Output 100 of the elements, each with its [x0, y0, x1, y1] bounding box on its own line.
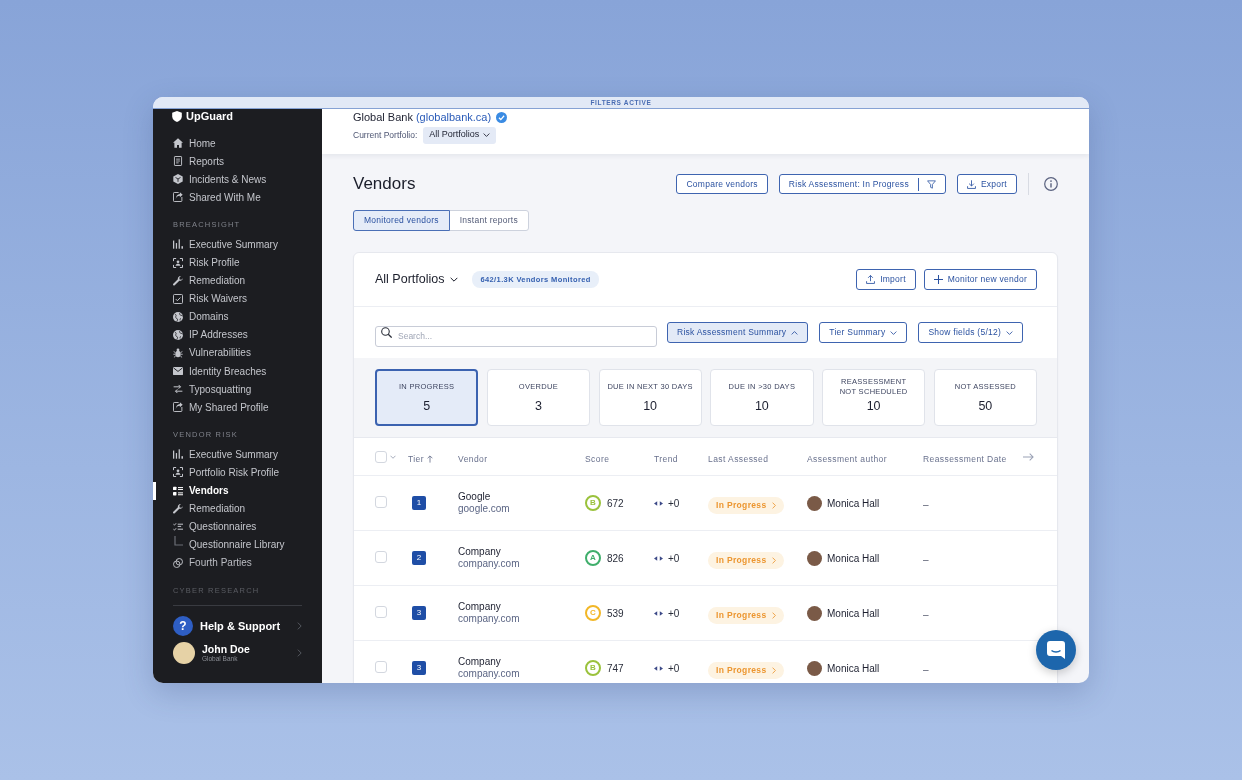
- page-title: Vendors: [353, 173, 416, 195]
- sidebar-item[interactable]: My Shared Profile: [153, 398, 322, 417]
- sidebar-item[interactable]: Executive Summary: [153, 445, 322, 464]
- author-avatar: [807, 605, 822, 621]
- left-right-arrows-icon: [654, 555, 663, 561]
- search-field[interactable]: Search...: [375, 325, 657, 347]
- chevron-right-icon: [297, 622, 302, 630]
- reassessment-date: –: [923, 554, 929, 565]
- vendor-name: Company: [458, 601, 501, 613]
- company-name: Global Bank: [353, 109, 413, 125]
- row-checkbox[interactable]: [375, 551, 387, 563]
- sidebar-item[interactable]: Questionnaire Library: [153, 535, 322, 554]
- dropdown-button[interactable]: Tier Summary: [819, 322, 908, 343]
- arrow-right-icon[interactable]: [1023, 453, 1034, 462]
- wrench-icon: [173, 275, 183, 286]
- compare-button[interactable]: Compare vendors: [676, 174, 768, 194]
- vendor-domain: company.com: [458, 558, 520, 570]
- sidebar-item[interactable]: Remediation: [153, 271, 322, 290]
- tab[interactable]: Monitored vendors: [353, 210, 450, 231]
- vendor-domain: company.com: [458, 613, 520, 625]
- author-avatar: [807, 660, 822, 676]
- sidebar-item[interactable]: Shared With Me: [153, 188, 322, 207]
- vendor-name: Company: [458, 656, 501, 668]
- linked-circles-icon: [173, 557, 183, 568]
- sidebar-item[interactable]: Risk Waivers: [153, 289, 322, 308]
- author-avatar: [807, 495, 822, 511]
- sidebar-item[interactable]: Domains: [153, 307, 322, 326]
- column-header[interactable]: Reassessment Date: [923, 452, 1007, 466]
- grade-badge: C: [585, 605, 601, 621]
- row-checkbox[interactable]: [375, 661, 387, 673]
- chevron-down-icon[interactable]: [390, 454, 396, 459]
- export-button[interactable]: Export: [956, 174, 1017, 194]
- sidebar-item[interactable]: Questionnaires: [153, 517, 322, 536]
- column-header[interactable]: Trend: [654, 452, 678, 466]
- help-link[interactable]: Help & Support: [200, 617, 281, 635]
- author-name: Monica Hall: [827, 496, 880, 511]
- globe-icon: [173, 311, 183, 322]
- column-header[interactable]: Vendor: [458, 452, 488, 466]
- sidebar-item[interactable]: Identity Breaches: [153, 362, 322, 381]
- dropdown-button[interactable]: Risk Assessment Summary: [667, 322, 809, 343]
- sidebar-item[interactable]: Executive Summary: [153, 235, 322, 254]
- globe-icon: [173, 329, 183, 340]
- portfolio-dropdown[interactable]: All Portfolios: [423, 126, 497, 144]
- filter-button[interactable]: Risk Assessment: In Progress: [778, 174, 946, 194]
- row-checkbox[interactable]: [375, 606, 387, 618]
- profile-scan-icon: [173, 467, 183, 478]
- chevron-down-icon: [890, 330, 898, 335]
- help-icon[interactable]: ?: [173, 616, 193, 636]
- sidebar-item[interactable]: Incidents & News: [153, 170, 322, 189]
- portfolio-label: Current Portfolio:: [353, 128, 418, 142]
- add-vendor-button[interactable]: Monitor new vendor: [923, 269, 1037, 290]
- bar-chart-icon: [173, 449, 183, 460]
- shield-icon: [172, 110, 182, 122]
- info-icon[interactable]: [1044, 177, 1058, 191]
- shared-document-icon: [173, 192, 183, 203]
- trend-value: +0: [668, 606, 680, 621]
- user-avatar[interactable]: [173, 642, 195, 664]
- sidebar-item[interactable]: Risk Profile: [153, 253, 322, 272]
- chat-icon: [1047, 641, 1065, 659]
- dropdown-button[interactable]: Show fields (5/12): [918, 322, 1024, 343]
- portfolio-dropdown[interactable]: All Portfolios: [375, 270, 459, 289]
- company-domain-link[interactable]: (globalbank.ca): [415, 109, 492, 126]
- chevron-right-icon: [771, 556, 776, 564]
- chevron-right-icon: [771, 666, 776, 674]
- select-all-checkbox[interactable]: [375, 450, 387, 463]
- upload-icon: [866, 275, 876, 284]
- list-icon: [173, 485, 183, 496]
- row-checkbox[interactable]: [375, 496, 387, 508]
- sidebar-item[interactable]: Vendors: [153, 481, 322, 500]
- reassessment-date: –: [923, 609, 929, 620]
- tab[interactable]: Instant reports: [448, 210, 529, 231]
- sidebar-item[interactable]: Portfolio Risk Profile: [153, 463, 322, 482]
- chevron-right-icon: [771, 611, 776, 619]
- chat-button[interactable]: [1036, 630, 1076, 670]
- bar-chart-icon: [173, 239, 183, 250]
- author-avatar: [807, 550, 822, 566]
- sidebar-item[interactable]: Vulnerabilities: [153, 343, 322, 363]
- sidebar-item[interactable]: Typosquatting: [153, 380, 322, 399]
- vendor-domain: google.com: [458, 503, 510, 515]
- reassessment-date: –: [923, 499, 929, 510]
- import-button[interactable]: Import: [856, 269, 916, 290]
- column-header[interactable]: Last Assessed: [708, 452, 769, 466]
- grade-badge: B: [585, 495, 601, 511]
- score-value: 672: [607, 496, 624, 511]
- tier-badge: 3: [412, 606, 426, 620]
- check-square-icon: [173, 293, 183, 304]
- logo[interactable]: UpGuard: [153, 109, 234, 123]
- sidebar-item[interactable]: IP Addresses: [153, 325, 322, 344]
- sidebar-item[interactable]: Home: [153, 134, 322, 153]
- trend-value: +0: [668, 661, 680, 676]
- sidebar-item[interactable]: Remediation: [153, 499, 322, 518]
- vendor-name: Company: [458, 546, 501, 558]
- column-header[interactable]: Assessment author: [807, 452, 887, 466]
- search-icon: [381, 327, 392, 338]
- hexagon-icon: [173, 174, 183, 185]
- column-header[interactable]: Tier: [408, 452, 434, 466]
- column-header[interactable]: Score: [585, 452, 610, 466]
- grade-badge: A: [585, 550, 601, 566]
- sidebar-item[interactable]: Reports: [153, 152, 322, 171]
- sidebar-item[interactable]: Fourth Parties: [153, 553, 322, 572]
